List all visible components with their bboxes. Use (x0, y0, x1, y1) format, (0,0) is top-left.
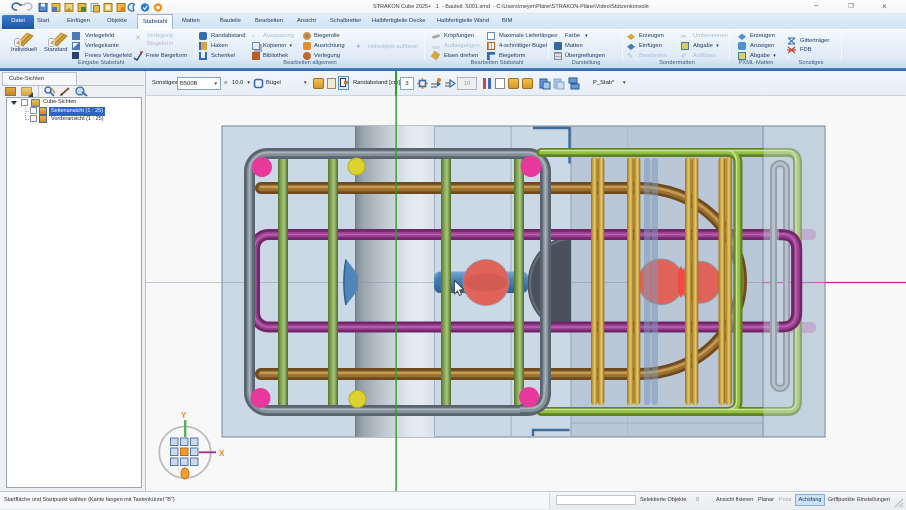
svg-text:Y: Y (181, 411, 187, 420)
svg-text:X: X (219, 449, 225, 458)
